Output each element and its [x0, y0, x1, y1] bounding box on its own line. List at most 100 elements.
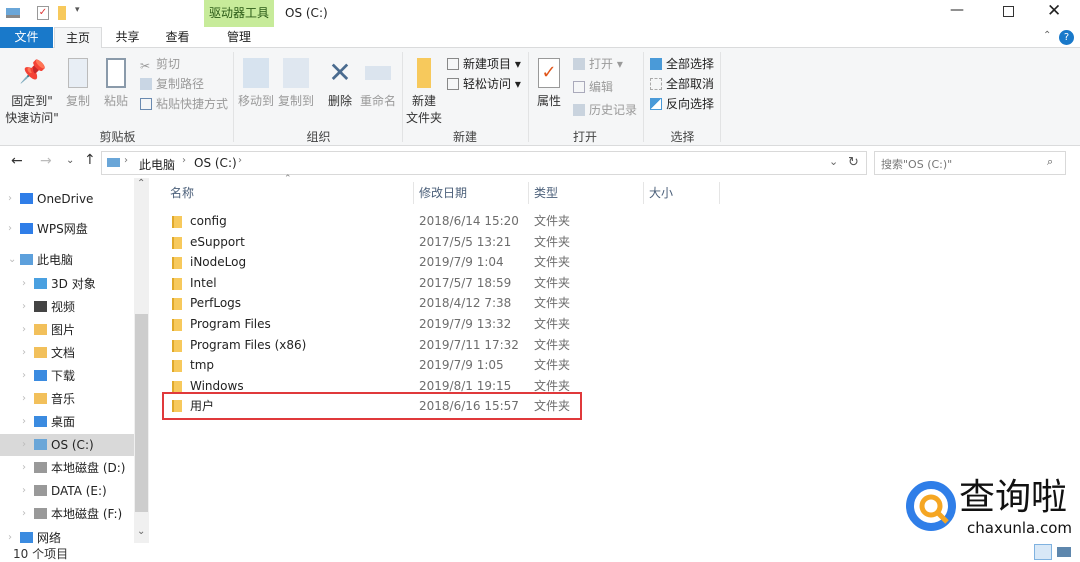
file-row[interactable]: eSupport 2017/5/5 13:21 文件夹 — [164, 232, 580, 252]
tab-view[interactable]: 查看 — [155, 27, 200, 48]
recent-locations-button[interactable]: ⌄ — [66, 155, 74, 166]
nav-item[interactable]: › 图片 — [0, 319, 134, 341]
nav-item[interactable]: › WPS网盘 — [0, 218, 134, 240]
column-divider[interactable] — [643, 182, 644, 204]
address-bar[interactable]: › 此电脑 › OS (C:) › ⌄ ↻ — [101, 151, 867, 175]
file-row[interactable]: Intel 2017/5/7 18:59 文件夹 — [164, 273, 580, 293]
refresh-button[interactable]: ↻ — [848, 155, 859, 170]
nav-item[interactable]: › 文档 — [0, 342, 134, 364]
select-none-button[interactable]: 全部取消 — [650, 74, 714, 94]
expand-chevron-icon[interactable]: › — [22, 503, 26, 525]
pin-quick-access-button[interactable]: 📌 固定到" 快速访问" — [4, 58, 60, 126]
collapse-ribbon-icon[interactable]: ⌃ — [1043, 30, 1051, 41]
nav-item[interactable]: ⌄ 此电脑 — [0, 249, 134, 271]
details-view-button[interactable] — [1034, 544, 1052, 560]
delete-button[interactable]: ✕ 删除 — [322, 58, 358, 109]
search-input[interactable]: 搜索"OS (C:)" — [881, 156, 952, 172]
easy-access-button[interactable]: 轻松访问 ▾ — [447, 74, 521, 94]
address-dropdown-icon[interactable]: ⌄ — [829, 155, 838, 168]
expand-chevron-icon[interactable]: › — [22, 365, 26, 387]
file-row[interactable]: Program Files 2019/7/9 13:32 文件夹 — [164, 314, 580, 334]
expand-chevron-icon[interactable]: › — [22, 480, 26, 502]
back-button[interactable]: ← — [11, 153, 23, 169]
invert-selection-button[interactable]: 反向选择 — [650, 94, 714, 114]
history-button[interactable]: 历史记录 — [573, 100, 637, 120]
column-header-size[interactable]: 大小 — [649, 182, 673, 204]
nav-item[interactable]: › DATA (E:) — [0, 480, 134, 502]
expand-chevron-icon[interactable]: › — [22, 296, 26, 318]
new-folder-quick-icon[interactable] — [58, 6, 66, 20]
expand-chevron-icon[interactable]: › — [22, 411, 26, 433]
expand-chevron-icon[interactable]: › — [8, 188, 12, 210]
nav-item-label: 3D 对象 — [51, 277, 96, 291]
column-header-name[interactable]: 名称 — [170, 182, 194, 204]
column-header-type[interactable]: 类型 — [534, 182, 558, 204]
rename-button[interactable]: 重命名 — [358, 58, 398, 109]
cut-button[interactable]: ✂ 剪切 — [140, 54, 180, 74]
customize-toolbar-icon[interactable]: ▾ — [75, 5, 80, 15]
tab-file[interactable]: 文件 — [0, 27, 53, 48]
copy-button[interactable]: 复制 — [62, 58, 94, 109]
expand-chevron-icon[interactable]: › — [22, 319, 26, 341]
breadcrumb-this-pc[interactable]: 此电脑 — [139, 156, 175, 173]
search-box[interactable]: 搜索"OS (C:)" ⌕ — [874, 151, 1066, 175]
column-divider[interactable] — [528, 182, 529, 204]
nav-item-icon — [34, 439, 47, 450]
file-row[interactable]: Windows 2019/8/1 19:15 文件夹 — [164, 376, 580, 396]
properties-button[interactable]: ✓ 属性 — [533, 58, 565, 109]
expand-chevron-icon[interactable]: › — [22, 273, 26, 295]
nav-item[interactable]: › 视频 — [0, 296, 134, 318]
nav-item[interactable]: › OS (C:) — [0, 434, 134, 456]
properties-quick-icon[interactable]: ✓ — [37, 6, 49, 20]
nav-item[interactable]: › 本地磁盘 (D:) — [0, 457, 134, 479]
breadcrumb-os-c[interactable]: OS (C:) — [194, 156, 237, 170]
tab-share[interactable]: 共享 — [105, 27, 150, 48]
nav-scrollbar[interactable]: ⌃ ⌄ — [134, 178, 149, 543]
help-icon[interactable]: ? — [1059, 30, 1074, 45]
file-row[interactable]: PerfLogs 2018/4/12 7:38 文件夹 — [164, 293, 580, 313]
scroll-up-icon[interactable]: ⌃ — [137, 178, 145, 189]
copy-path-button[interactable]: 复制路径 — [140, 74, 204, 94]
open-button[interactable]: 打开 ▾ — [573, 54, 623, 74]
expand-chevron-icon[interactable]: › — [8, 218, 12, 240]
move-to-button[interactable]: 移动到 — [236, 58, 276, 109]
column-header-date[interactable]: 修改日期 — [419, 182, 467, 204]
new-item-button[interactable]: 新建项目 ▾ — [447, 54, 521, 74]
file-row[interactable]: config 2018/6/14 15:20 文件夹 — [164, 211, 580, 231]
expand-chevron-icon[interactable]: › — [22, 434, 26, 456]
file-row[interactable]: tmp 2019/7/9 1:05 文件夹 — [164, 355, 580, 375]
expand-chevron-icon[interactable]: › — [22, 342, 26, 364]
copy-to-button[interactable]: 复制到 — [276, 58, 316, 109]
file-date: 2018/6/14 15:20 — [419, 214, 519, 228]
nav-item[interactable]: › 桌面 — [0, 411, 134, 433]
nav-item[interactable]: › OneDrive — [0, 188, 134, 210]
large-icons-view-button[interactable] — [1057, 547, 1071, 557]
nav-item[interactable]: › 本地磁盘 (F:) — [0, 503, 134, 525]
column-divider[interactable] — [719, 182, 720, 204]
paste-shortcut-button[interactable]: 粘贴快捷方式 — [140, 94, 228, 114]
nav-item[interactable]: › 音乐 — [0, 388, 134, 410]
forward-button[interactable]: → — [40, 153, 52, 169]
expand-chevron-icon[interactable]: ⌄ — [8, 249, 16, 271]
tab-manage[interactable]: 管理 — [204, 27, 274, 48]
paste-button[interactable]: 粘贴 — [100, 58, 132, 109]
nav-item[interactable]: › 3D 对象 — [0, 273, 134, 295]
maximize-button[interactable] — [1003, 6, 1014, 17]
scroll-down-icon[interactable]: ⌄ — [137, 526, 145, 537]
new-folder-button[interactable]: 新建 文件夹 — [405, 58, 443, 126]
expand-chevron-icon[interactable]: › — [22, 457, 26, 479]
expand-chevron-icon[interactable]: › — [8, 527, 12, 549]
minimize-button[interactable]: — — [950, 2, 964, 18]
scrollbar-thumb[interactable] — [135, 314, 148, 512]
close-button[interactable]: ✕ — [1047, 1, 1061, 21]
tab-home[interactable]: 主页 — [54, 27, 102, 49]
file-row[interactable]: Program Files (x86) 2019/7/11 17:32 文件夹 — [164, 335, 580, 355]
up-button[interactable]: ↑ — [84, 152, 96, 168]
column-divider[interactable] — [413, 182, 414, 204]
nav-item[interactable]: › 下载 — [0, 365, 134, 387]
file-row[interactable]: 用户 2018/6/16 15:57 文件夹 — [162, 392, 582, 421]
edit-button[interactable]: 编辑 — [573, 77, 613, 97]
expand-chevron-icon[interactable]: › — [22, 388, 26, 410]
file-row[interactable]: iNodeLog 2019/7/9 1:04 文件夹 — [164, 252, 580, 272]
select-all-button[interactable]: 全部选择 — [650, 54, 714, 74]
